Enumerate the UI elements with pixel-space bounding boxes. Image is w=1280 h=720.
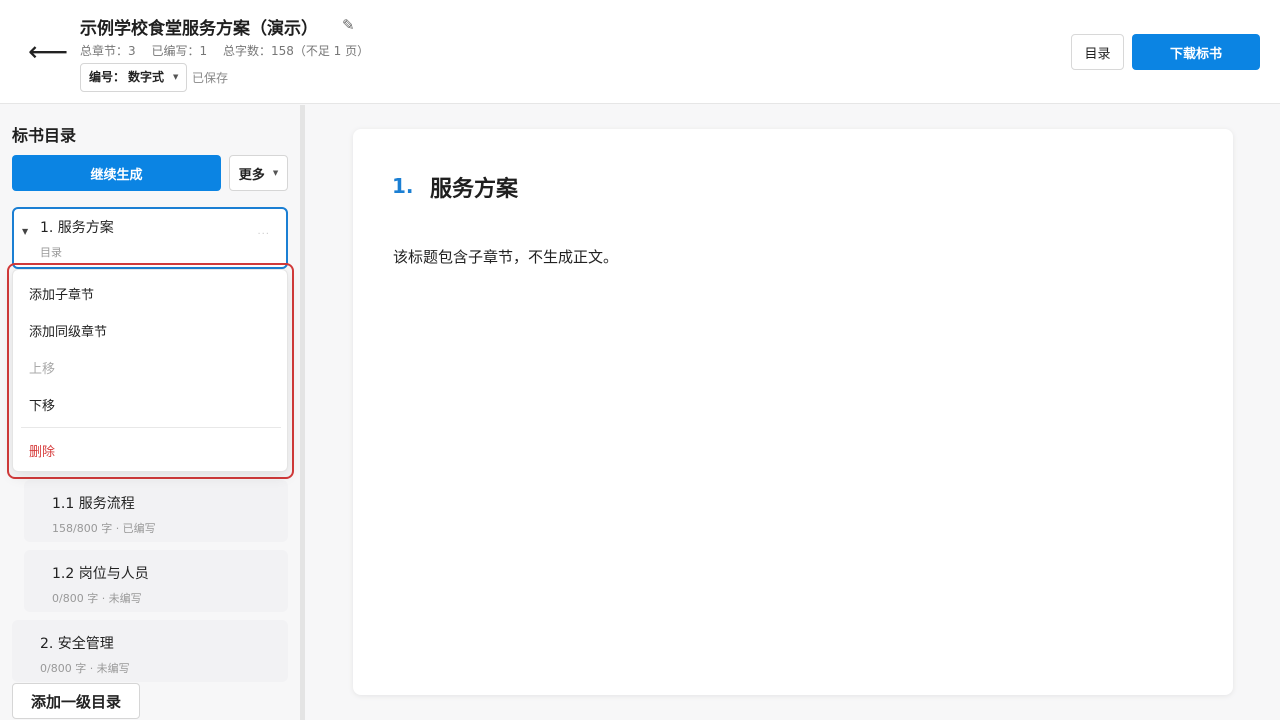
menu-item-delete[interactable]: 删除 [29, 441, 55, 460]
back-arrow-icon[interactable]: ⟵ [28, 36, 68, 68]
numbering-label: 编号： [89, 70, 126, 84]
toc-item-title: 1.2 岗位与人员 [52, 566, 149, 582]
more-dots-icon[interactable]: ··· [257, 229, 270, 240]
document-stats: 总章节：3 已编写：1 总字数：158（不足 1 页） [80, 42, 381, 59]
toc-item-meta: 目录 [40, 246, 62, 259]
menu-item-add-child[interactable]: 添加子章节 [29, 284, 94, 303]
chevron-down-icon[interactable]: ▼ [22, 227, 28, 236]
sidebar-resize-handle[interactable] [300, 105, 305, 720]
save-status: 已保存 [192, 71, 229, 85]
more-button-label: 更多 [238, 167, 265, 183]
toc-button[interactable]: 目录 [1071, 34, 1124, 70]
word-count: 总字数：158（不足 1 页） [222, 44, 370, 58]
numbering-style-select[interactable]: 编号： 数字式 ▼ [80, 63, 188, 92]
toc-item-meta: 0/800 字 · 未编写 [52, 592, 142, 605]
toc-item-2[interactable]: 2. 安全管理 0/800 字 · 未编写 [12, 620, 288, 682]
toc-item-meta: 0/800 字 · 未编写 [40, 662, 130, 675]
menu-item-move-up: 上移 [29, 362, 56, 377]
menu-item-add-sibling[interactable]: 添加同级章节 [29, 321, 107, 340]
toc-item-title: 1. 服务方案 [40, 220, 114, 236]
section-body-text: 该标题包含子章节，不生成正文。 [393, 248, 619, 266]
edit-pencil-icon[interactable]: ✎ [342, 16, 355, 34]
toc-item-1-2[interactable]: 1.2 岗位与人员 0/800 字 · 未编写 [24, 550, 288, 612]
add-level1-toc-button[interactable]: 添加一级目录 [12, 683, 140, 719]
more-button[interactable]: 更多 ▼ [229, 155, 288, 191]
caret-down-icon: ▼ [173, 73, 179, 81]
menu-divider [21, 427, 281, 428]
toc-item-meta: 158/800 字 · 已编写 [52, 522, 156, 535]
toc-item-title: 1.1 服务流程 [52, 496, 135, 512]
numbering-value: 数字式 [128, 70, 165, 84]
section-heading: 服务方案 [430, 177, 519, 202]
continue-generate-button[interactable]: 继续生成 [12, 155, 221, 191]
caret-down-icon: ▼ [272, 169, 279, 177]
toc-item-1-1[interactable]: 1.1 服务流程 158/800 字 · 已编写 [24, 480, 288, 542]
toc-context-menu: 添加子章节 添加同级章节 上移 下移 删除 [12, 269, 288, 472]
section-number: 1. [392, 174, 414, 198]
sidebar-title: 标书目录 [12, 126, 77, 145]
top-header: ⟵ 示例学校食堂服务方案（演示） ✎ 总章节：3 已编写：1 总字数：158（不… [0, 0, 1280, 104]
menu-item-move-down[interactable]: 下移 [29, 395, 55, 414]
chapter-count: 总章节：3 [80, 44, 136, 58]
written-count: 已编写：1 [151, 44, 208, 58]
download-bid-button[interactable]: 下载标书 [1132, 34, 1260, 70]
content-editor-card: 1. 服务方案 该标题包含子章节，不生成正文。 [353, 129, 1233, 695]
toc-item-1-active[interactable]: ▼ 1. 服务方案 目录 ··· [12, 207, 288, 269]
document-title: 示例学校食堂服务方案（演示） [80, 19, 318, 39]
toc-item-title: 2. 安全管理 [40, 636, 114, 652]
